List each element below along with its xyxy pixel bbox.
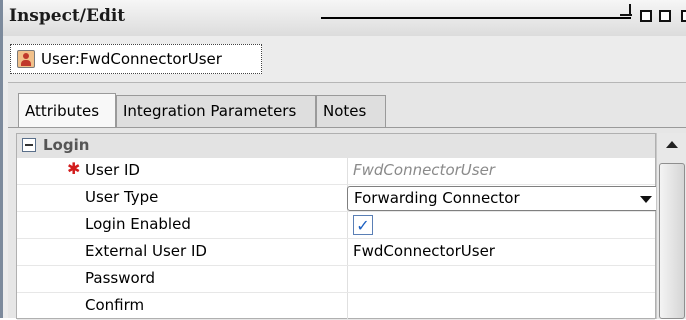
user-type-value: Forwarding Connector: [354, 189, 520, 207]
field-label: Confirm: [85, 296, 145, 314]
tab-notes[interactable]: Notes: [316, 95, 386, 127]
tab-integration-parameters[interactable]: Integration Parameters: [116, 95, 316, 127]
title-bar-grip[interactable]: [321, 17, 631, 19]
editor-content: Attributes Integration Parameters Notes …: [8, 82, 686, 320]
object-tab-label: User:FwdConnectorUser: [41, 50, 222, 68]
field-row-user-id: ✱ User ID FwdConnectorUser: [17, 158, 655, 185]
chevron-down-icon[interactable]: [640, 196, 652, 203]
tab-label: Integration Parameters: [123, 102, 297, 120]
tab-attributes[interactable]: Attributes: [18, 93, 116, 127]
field-row-external-user-id: External User ID FwdConnectorUser: [17, 239, 655, 266]
user-type-select[interactable]: Forwarding Connector: [347, 186, 663, 211]
section-header-login[interactable]: Login: [17, 134, 655, 158]
login-enabled-checkbox[interactable]: ✓: [353, 215, 373, 235]
field-row-login-enabled: Login Enabled ✓: [17, 212, 655, 239]
field-label: User Type: [85, 188, 159, 206]
field-row-password: Password: [17, 266, 655, 293]
vertical-scrollbar[interactable]: [656, 133, 686, 319]
field-label: External User ID: [85, 242, 207, 260]
user-icon: [17, 50, 35, 68]
tab-label: Notes: [323, 102, 367, 120]
object-tab[interactable]: User:FwdConnectorUser: [10, 44, 262, 74]
attributes-grid: Login ✱ User ID FwdConnectorUser User Ty…: [16, 133, 663, 320]
required-icon: ✱: [67, 159, 81, 178]
close-icon[interactable]: [681, 10, 686, 22]
title-bar[interactable]: Inspect/Edit: [3, 0, 686, 36]
collapse-icon[interactable]: [22, 138, 36, 152]
field-row-user-type: User Type Forwarding Connector: [17, 185, 663, 212]
inspect-edit-panel: Inspect/Edit User:FwdConnectorUser Attri…: [0, 0, 686, 320]
field-label: User ID: [85, 161, 140, 179]
user-id-input[interactable]: FwdConnectorUser: [353, 161, 495, 179]
tab-divider: [8, 127, 686, 128]
maximize-icon[interactable]: [659, 10, 671, 22]
field-label: Login Enabled: [85, 215, 191, 233]
external-user-id-input[interactable]: FwdConnectorUser: [353, 242, 495, 260]
panel-title: Inspect/Edit: [9, 6, 126, 26]
field-row-confirm: Confirm: [17, 293, 655, 320]
restore-icon[interactable]: [640, 10, 652, 22]
scroll-up-icon[interactable]: [666, 141, 678, 148]
tab-label: Attributes: [25, 102, 100, 120]
field-label: Password: [85, 269, 156, 287]
section-label: Login: [43, 136, 90, 154]
scroll-thumb[interactable]: [659, 163, 685, 319]
minimize-icon[interactable]: [620, 4, 632, 22]
